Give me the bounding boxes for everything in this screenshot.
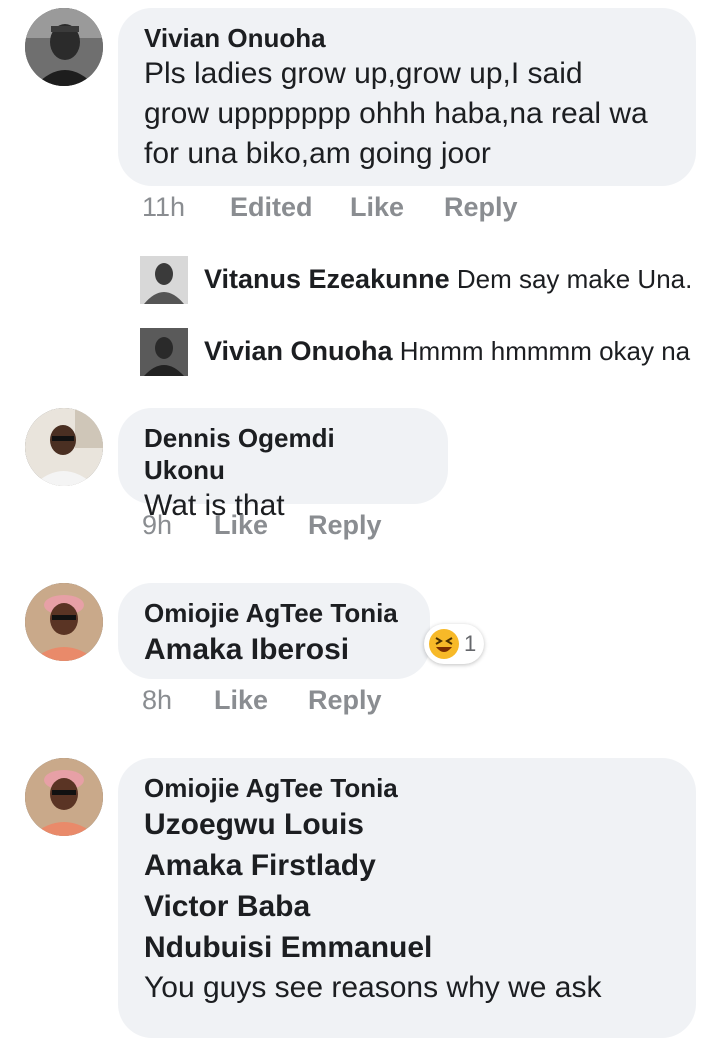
comment-timestamp[interactable]: 8h <box>142 685 172 716</box>
comment-actions: 8h Like Reply <box>142 685 542 719</box>
reply-snippet: Hmmm hmmmm okay na <box>399 336 691 366</box>
comment-author[interactable]: Omiojie AgTee Tonia <box>144 772 670 804</box>
avatar[interactable] <box>25 583 103 661</box>
reply-preview-text: Vivian Onuoha Hmmm hmmmm okay na <box>204 334 694 368</box>
reply-button[interactable]: Reply <box>308 510 382 541</box>
like-button[interactable]: Like <box>350 192 404 223</box>
mention-link[interactable]: Victor Baba <box>144 886 670 927</box>
mention-link[interactable]: Ndubuisi Emmanuel <box>144 927 670 968</box>
comment-timestamp[interactable]: 11h <box>142 192 185 223</box>
mention-link[interactable]: Amaka Iberosi <box>144 629 404 670</box>
reply-author: Vivian Onuoha <box>204 336 393 366</box>
laughing-emoji-icon <box>429 629 459 659</box>
comment-timestamp[interactable]: 9h <box>142 510 172 541</box>
reaction-count: 1 <box>464 631 477 656</box>
reply-snippet: Dem say make Una... <box>456 264 694 294</box>
edited-label: Edited <box>230 192 313 222</box>
like-button[interactable]: Like <box>214 510 268 541</box>
comment-text-line: for una biko,am going joor <box>144 137 491 170</box>
comment-actions: 11h Edited Like Reply <box>142 192 662 226</box>
comment-bubble: Omiojie AgTee Tonia Uzoegwu Louis Amaka … <box>118 758 696 1038</box>
comment-text-line: Pls ladies grow up,grow up,I said <box>144 57 583 90</box>
comment-bubble: Dennis Ogemdi Ukonu Wat is that <box>118 408 448 522</box>
comment-text-line: grow uppppppp ohhh haba,na real wa <box>144 97 648 130</box>
comment-actions: 9h Like Reply <box>142 510 542 544</box>
comment-author[interactable]: Dennis Ogemdi Ukonu <box>144 422 422 486</box>
avatar[interactable] <box>25 408 103 486</box>
reply-button[interactable]: Reply <box>308 685 382 716</box>
reaction-badge[interactable]: 1 <box>424 624 485 664</box>
comment-bubble: Vivian Onuoha Pls ladies grow up,grow up… <box>118 8 696 186</box>
avatar[interactable] <box>25 758 103 836</box>
avatar[interactable] <box>25 8 103 86</box>
avatar <box>140 256 188 304</box>
comment-bubble: Omiojie AgTee Tonia Amaka Iberosi <box>118 583 430 679</box>
reply-button[interactable]: Reply <box>444 192 518 223</box>
mention-link[interactable]: Amaka Firstlady <box>144 845 670 886</box>
reply-preview[interactable]: Vitanus Ezeakunne Dem say make Una... <box>140 256 700 304</box>
mention-link[interactable]: Uzoegwu Louis <box>144 804 670 845</box>
reply-author: Vitanus Ezeakunne <box>204 264 450 294</box>
avatar <box>140 328 188 376</box>
reply-preview-text: Vitanus Ezeakunne Dem say make Una... <box>204 262 694 296</box>
reply-preview[interactable]: Vivian Onuoha Hmmm hmmmm okay na <box>140 328 700 376</box>
comment-text: You guys see reasons why we ask <box>144 971 602 1004</box>
comment-author[interactable]: Omiojie AgTee Tonia <box>144 597 404 629</box>
comment-author[interactable]: Vivian Onuoha <box>144 22 670 54</box>
like-button[interactable]: Like <box>214 685 268 716</box>
